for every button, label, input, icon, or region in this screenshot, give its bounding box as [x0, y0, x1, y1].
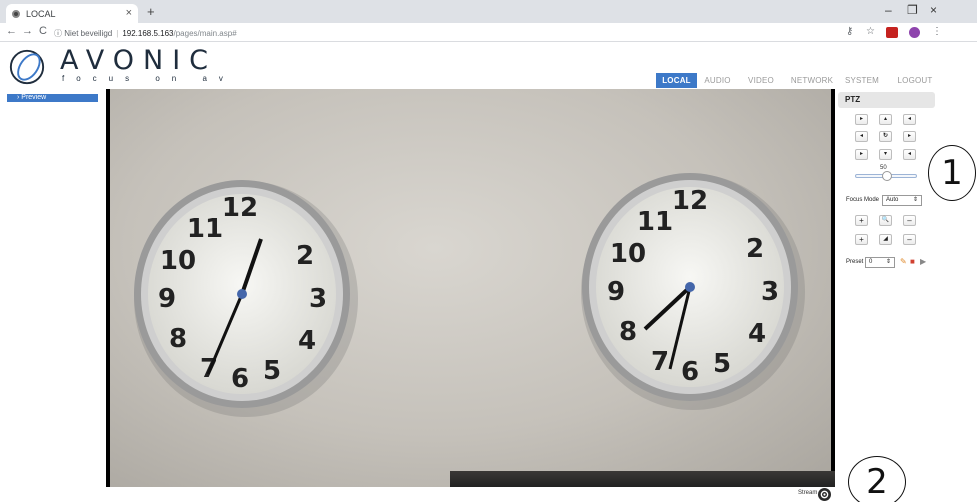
svg-text:9: 9	[607, 277, 625, 307]
brand-name: AVONIC	[60, 45, 218, 76]
profile-avatar[interactable]	[909, 27, 920, 38]
tab-title: LOCAL	[26, 8, 56, 19]
nav-system[interactable]: SYSTEM	[841, 73, 883, 88]
extension-icon[interactable]	[886, 27, 898, 38]
focus-far-button[interactable]: –	[903, 234, 916, 245]
browser-tab-bar: LOCAL × + – ❐ ×	[0, 0, 977, 23]
pan-up-left-button[interactable]: ▸	[855, 114, 868, 125]
url-separator: |	[116, 28, 119, 38]
pan-down-left-button[interactable]: ▸	[855, 149, 868, 160]
svg-text:8: 8	[619, 317, 637, 347]
play-preset-icon[interactable]: ▶	[920, 257, 926, 267]
stream-label: Stream	[798, 490, 818, 496]
svg-text:2: 2	[296, 241, 314, 271]
pan-down-right-button[interactable]: ◂	[903, 149, 916, 160]
zoom-in-button[interactable]: +	[855, 215, 868, 226]
preset-value: 0	[869, 259, 873, 265]
svg-text:4: 4	[748, 319, 766, 349]
tilt-down-button[interactable]: ▾	[879, 149, 892, 160]
avonic-logo-icon	[9, 49, 45, 85]
callout-1: 1	[928, 145, 976, 201]
svg-text:5: 5	[263, 356, 281, 386]
nav-audio[interactable]: AUDIO	[700, 73, 735, 88]
svg-text:12: 12	[672, 186, 708, 216]
svg-text:6: 6	[231, 364, 249, 394]
stream-icon	[820, 490, 829, 499]
zoom-out-button[interactable]: –	[903, 215, 916, 226]
svg-text:8: 8	[169, 324, 187, 354]
pan-right-button[interactable]: ▸	[903, 131, 916, 142]
zoom-icon: 🔍	[879, 215, 892, 226]
video-status-bar	[106, 487, 835, 502]
svg-text:10: 10	[160, 246, 196, 276]
pan-up-right-button[interactable]: ◂	[903, 114, 916, 125]
back-button[interactable]: ←	[6, 25, 17, 37]
select-arrow-icon: ⇕	[885, 259, 891, 265]
svg-text:3: 3	[309, 284, 327, 314]
speed-slider-thumb[interactable]	[882, 171, 892, 181]
stream-toggle-button[interactable]	[818, 488, 831, 501]
app-header: AVONIC focus on av LOCAL AUDIO VIDEO NET…	[0, 43, 977, 89]
preset-label: Preset	[846, 259, 864, 265]
key-icon[interactable]: ⚷	[846, 26, 853, 37]
svg-text:11: 11	[187, 214, 223, 244]
minimize-button[interactable]: –	[885, 3, 892, 17]
svg-text:11: 11	[637, 207, 673, 237]
close-window-button[interactable]: ×	[930, 3, 937, 17]
svg-text:4: 4	[298, 326, 316, 356]
brand-tagline: focus on av	[62, 74, 235, 83]
svg-text:9: 9	[158, 284, 176, 314]
select-arrow-icon: ⇕	[912, 197, 918, 203]
svg-text:7: 7	[651, 347, 669, 377]
focus-icon: ◢	[879, 234, 892, 245]
browser-menu-icon[interactable]: ⋮	[932, 26, 942, 37]
svg-text:6: 6	[681, 357, 699, 387]
svg-text:5: 5	[713, 349, 731, 379]
nav-network[interactable]: NETWORK	[786, 73, 838, 88]
pan-left-button[interactable]: ◂	[855, 131, 868, 142]
bookmark-star-icon[interactable]: ☆	[866, 26, 875, 37]
edit-preset-icon[interactable]: ✎	[900, 257, 907, 267]
home-button[interactable]: ↻	[879, 131, 892, 142]
focus-mode-label: Focus Mode	[846, 197, 880, 203]
tab-close-icon[interactable]: ×	[126, 7, 132, 19]
ptz-title: PTZ	[838, 92, 935, 108]
security-indicator[interactable]: ⓘ Niet beveiligd	[54, 28, 112, 39]
favicon-icon	[12, 9, 20, 18]
browser-tab[interactable]: LOCAL ×	[6, 4, 138, 23]
sidebar: › Preview	[0, 89, 106, 502]
preset-select[interactable]: 0 ⇕	[865, 257, 895, 268]
shelf-shadow	[450, 471, 835, 487]
address-bar: ← → C ⓘ Niet beveiligd | 192.168.5.163 /…	[0, 23, 977, 42]
clocks-illustration: 12 2 3 4 5 6 7 8 9 10 11 12 2	[134, 173, 805, 417]
focus-near-button[interactable]: +	[855, 234, 868, 245]
tilt-up-button[interactable]: ▴	[879, 114, 892, 125]
ptz-panel: PTZ ▸ ▴ ◂ ◂ ↻ ▸ ▸ ▾ ◂ 50 Focus Mode Auto…	[838, 89, 935, 502]
sidebar-item-preview[interactable]: › Preview	[7, 94, 98, 102]
focus-mode-value: Auto	[886, 197, 899, 203]
svg-text:3: 3	[761, 277, 779, 307]
focus-mode-select[interactable]: Auto ⇕	[882, 195, 922, 206]
forward-button[interactable]: →	[22, 25, 33, 37]
svg-text:2: 2	[746, 234, 764, 264]
restore-button[interactable]: ❐	[907, 3, 918, 17]
nav-logout[interactable]: LOGOUT	[893, 73, 937, 88]
video-preview: 12 2 3 4 5 6 7 8 9 10 11 12 2	[106, 89, 835, 487]
url-path: /pages/main.asp#	[173, 28, 237, 38]
nav-local[interactable]: LOCAL	[656, 73, 697, 88]
new-tab-button[interactable]: +	[147, 4, 155, 19]
svg-text:12: 12	[222, 193, 258, 223]
camera-image: 12 2 3 4 5 6 7 8 9 10 11 12 2	[110, 89, 835, 487]
svg-text:10: 10	[610, 239, 646, 269]
callout-2: 2	[848, 456, 906, 502]
url-field[interactable]: ⓘ Niet beveiligd | 192.168.5.163 /pages/…	[54, 26, 237, 40]
reload-button[interactable]: C	[39, 25, 47, 37]
delete-preset-icon[interactable]: ■	[910, 257, 915, 267]
url-host: 192.168.5.163	[122, 28, 174, 38]
nav-video[interactable]: VIDEO	[741, 73, 781, 88]
